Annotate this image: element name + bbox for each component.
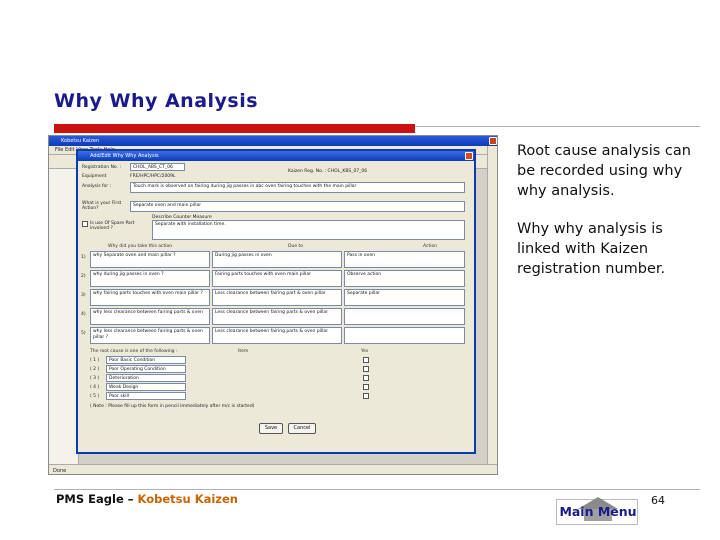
- action-cell[interactable]: Observe action: [344, 270, 465, 287]
- checklist-item: Weak Design: [106, 383, 186, 391]
- spare-part-checkbox[interactable]: [82, 221, 88, 227]
- kaizen-reg-number: Kaizen Reg. No. : CHOL_KBS_07_06: [288, 169, 368, 174]
- title-rule: [415, 126, 700, 127]
- row-number: 4): [81, 312, 86, 317]
- action-cell[interactable]: [344, 327, 465, 344]
- app-status-bar: Done: [49, 464, 497, 474]
- app-close-icon[interactable]: [489, 137, 497, 145]
- bullet-root-cause: Root cause analysis can be recorded usin…: [517, 143, 691, 199]
- equipment-value: FRE/HPC/HPC/2009L: [130, 174, 176, 179]
- app-scrollbar[interactable]: [487, 146, 497, 464]
- page-number: 64: [651, 494, 665, 507]
- spare-part-label: Is use Of Spare Part involved ?: [90, 221, 135, 231]
- equipment-label: Equipment: [82, 174, 107, 179]
- footer-section-name: Kobetsu Kaizen: [137, 492, 238, 506]
- app-title-bar: Kobetsu Kaizen: [49, 136, 497, 146]
- registration-field[interactable]: CHOL_ABS_CT_06: [130, 163, 185, 171]
- dialog-title: Add/Edit Why Why Analysis: [90, 153, 159, 159]
- app-left-panel: [49, 169, 79, 474]
- title-accent-bar: [54, 124, 415, 133]
- checklist-item: Poor Basic Condition: [106, 356, 186, 364]
- row-number: 5): [81, 331, 86, 336]
- due-to-cell[interactable]: Less clearance between fairing parts & o…: [212, 327, 342, 344]
- dialog-title-bar: Add/Edit Why Why Analysis: [78, 151, 474, 161]
- analysis-field[interactable]: Touch mark is observed on fairing during…: [130, 182, 465, 193]
- first-action-label: What is your First Action?: [82, 201, 122, 211]
- main-menu-label: Main Menu: [559, 504, 637, 519]
- action-cell[interactable]: [344, 308, 465, 325]
- form-note: ( Note : Please fill up this form in pen…: [90, 404, 255, 409]
- checklist-number: ( 1 ): [90, 358, 100, 363]
- dialog-close-icon[interactable]: [465, 152, 473, 160]
- checklist-checkbox[interactable]: [363, 357, 369, 363]
- footer-rule: [54, 489, 700, 490]
- col-header-action: Action: [423, 244, 438, 249]
- app-screenshot: Kobetsu Kaizen File Edit View Tools Help…: [48, 135, 498, 475]
- checklist-checkbox[interactable]: [363, 366, 369, 372]
- save-button[interactable]: Save: [259, 423, 283, 434]
- checklist-item: Poor Operating Condition: [106, 365, 186, 373]
- due-to-cell[interactable]: Less clearance between fairing parts & o…: [212, 308, 342, 325]
- row-number: 2): [81, 274, 86, 279]
- checklist-checkbox[interactable]: [363, 393, 369, 399]
- footer-separator: –: [123, 492, 138, 506]
- analysis-label: Analysis for :: [82, 184, 112, 189]
- due-to-cell[interactable]: Less clearance between fairing part & ov…: [212, 289, 342, 306]
- why-cell[interactable]: why during jig passes in oven ?: [90, 270, 210, 287]
- slide: Why Why Analysis Kobetsu Kaizen File Edi…: [0, 0, 720, 540]
- counter-measure-field[interactable]: Separate with installation time.: [152, 220, 465, 240]
- col-header-due-to: Due to: [288, 244, 304, 249]
- action-cell[interactable]: Pass in oven: [344, 251, 465, 268]
- action-cell[interactable]: Separate pillar: [344, 289, 465, 306]
- main-menu-button[interactable]: Main Menu: [556, 497, 638, 525]
- app-window-title: Kobetsu Kaizen: [61, 138, 100, 144]
- footer-app-name: PMS Eagle: [56, 492, 124, 506]
- why-cell[interactable]: why less clearance between fairing parts…: [90, 327, 210, 344]
- checklist-number: ( 2 ): [90, 367, 100, 372]
- checklist-number: ( 3 ): [90, 376, 100, 381]
- checklist-item: Deterioration: [106, 374, 186, 382]
- checklist-number: ( 4 ): [90, 385, 100, 390]
- why-why-dialog: Add/Edit Why Why Analysis Registration N…: [76, 149, 476, 454]
- first-action-field[interactable]: Separate oven and main pillar: [130, 201, 465, 212]
- checklist-col-item: Item: [238, 349, 249, 354]
- row-number: 3): [81, 293, 86, 298]
- registration-label: Registration No. :: [82, 165, 121, 170]
- why-cell[interactable]: why Separate oven and main pillar ?: [90, 251, 210, 268]
- checklist-checkbox[interactable]: [363, 384, 369, 390]
- why-cell[interactable]: why less clearance between fairing parts…: [90, 308, 210, 325]
- cancel-button[interactable]: Cancel: [288, 423, 316, 434]
- row-number: 1): [81, 255, 86, 260]
- checklist-checkbox[interactable]: [363, 375, 369, 381]
- why-cell[interactable]: why fairing parts touches with oven main…: [90, 289, 210, 306]
- checklist-item: Poor skill: [106, 392, 186, 400]
- checklist-number: ( 5 ): [90, 394, 100, 399]
- slide-title: Why Why Analysis: [54, 90, 259, 112]
- due-to-cell[interactable]: Fairing parts touches with oven main pil…: [212, 270, 342, 287]
- checklist-header: The root cause is one of the following :: [90, 349, 178, 354]
- footer-text: PMS Eagle – Kobetsu Kaizen: [56, 492, 238, 506]
- bullet-kaizen-link: Why why analysis is linked with Kaizen r…: [517, 221, 666, 277]
- due-to-cell[interactable]: During jig passes in oven: [212, 251, 342, 268]
- col-header-why: Why did you take this action: [108, 244, 173, 249]
- checklist-col-yes: Yes: [361, 349, 369, 354]
